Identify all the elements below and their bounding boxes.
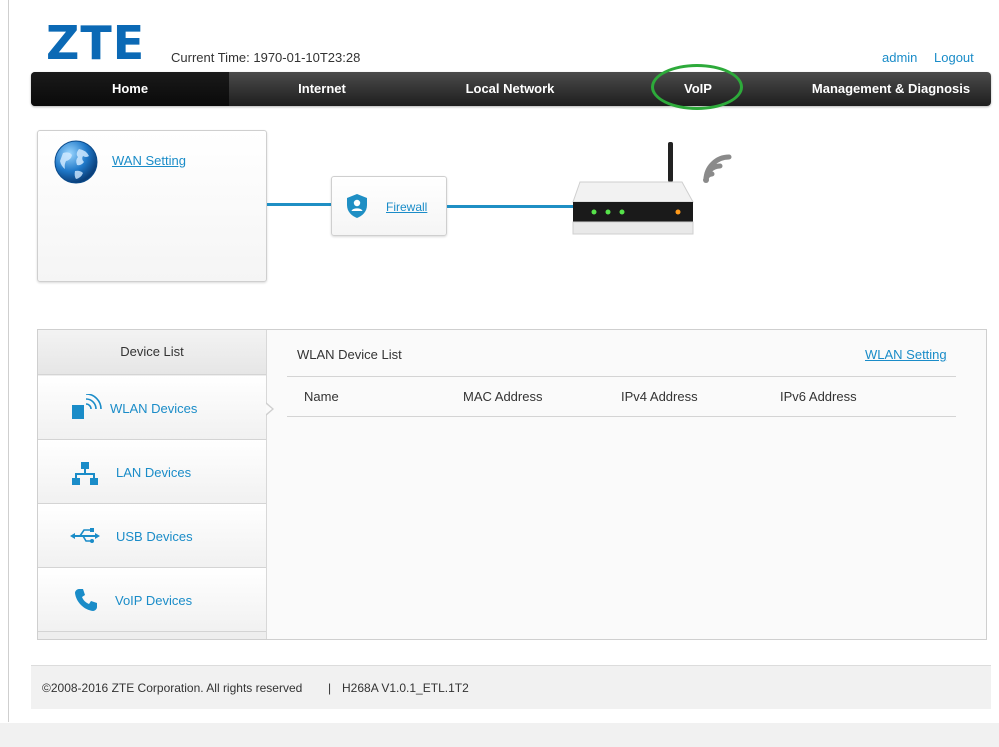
nav-management-diagnosis[interactable]: Management & Diagnosis [791, 72, 991, 106]
main-nav: Home Internet Local Network VoIP Managem… [31, 72, 991, 106]
sidebar-item-label: VoIP Devices [115, 593, 193, 608]
logout-link[interactable]: Logout [934, 50, 974, 65]
sidebar-item-label: LAN Devices [116, 465, 192, 480]
sidebar-item-voip-devices[interactable]: VoIP Devices [38, 568, 266, 632]
wlan-device-icon [72, 394, 102, 419]
lan-network-icon [72, 462, 98, 485]
connection-line [447, 205, 575, 208]
connection-line [267, 203, 331, 206]
page-left-border [8, 0, 9, 722]
nav-internet[interactable]: Internet [229, 72, 415, 106]
column-header-ipv4-address: IPv4 Address [621, 389, 698, 404]
footer-separator: | [328, 681, 332, 695]
globe-icon [54, 140, 98, 184]
firmware-version: H268A V1.0.1_ETL.1T2 [342, 681, 469, 695]
copyright-text: ©2008-2016 ZTE Corporation. All rights r… [42, 681, 303, 695]
selected-item-arrow-inner [266, 404, 272, 414]
column-header-name: Name [304, 389, 339, 404]
column-header-ipv6-address: IPv6 Address [780, 389, 857, 404]
sidebar-item-label: USB Devices [116, 529, 193, 544]
usb-icon [70, 528, 100, 543]
zte-logo: ZTE [46, 16, 146, 70]
wan-setting-link[interactable]: WAN Setting [112, 153, 186, 168]
firewall-link[interactable]: Firewall [386, 200, 427, 214]
phone-icon [75, 589, 97, 611]
wlan-device-list-title: WLAN Device List [297, 347, 402, 362]
shield-icon [347, 194, 367, 218]
wlan-setting-link[interactable]: WLAN Setting [865, 347, 947, 362]
device-list-title: Device List [38, 330, 266, 375]
divider [287, 416, 956, 417]
voip-highlight-circle [651, 64, 743, 110]
sidebar-item-lan-devices[interactable]: LAN Devices [38, 440, 266, 504]
router-icon [572, 142, 732, 235]
admin-link[interactable]: admin [882, 50, 917, 65]
sidebar-item-usb-devices[interactable]: USB Devices [38, 504, 266, 568]
current-time: Current Time: 1970-01-10T23:28 [171, 50, 361, 65]
divider [287, 376, 956, 377]
sidebar-item-label: WLAN Devices [110, 401, 198, 416]
nav-local-network[interactable]: Local Network [415, 72, 605, 106]
sidebar-item-wlan-devices[interactable]: WLAN Devices [38, 376, 266, 440]
bottom-strip [0, 723, 999, 747]
column-header-mac-address: MAC Address [463, 389, 543, 404]
nav-home[interactable]: Home [31, 72, 229, 106]
